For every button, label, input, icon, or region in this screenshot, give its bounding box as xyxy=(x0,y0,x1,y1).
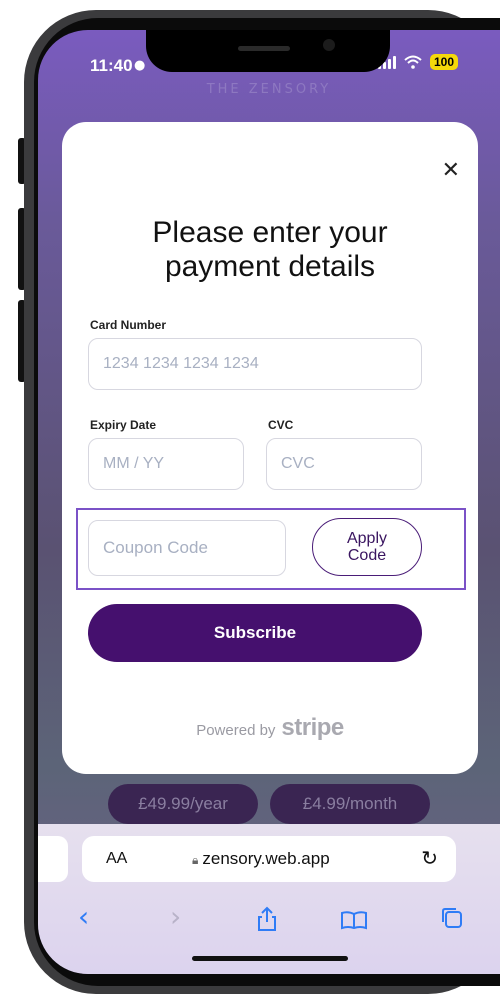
forward-icon[interactable]: › xyxy=(170,900,181,933)
card-number-label: Card Number xyxy=(90,318,167,332)
battery-indicator: 100 xyxy=(429,54,458,70)
address-bar[interactable]: AA 🔒︎ zensory.web.app ↻ xyxy=(82,836,456,882)
close-icon[interactable]: ✕ xyxy=(442,158,460,183)
home-indicator xyxy=(192,956,348,961)
tabs-icon[interactable] xyxy=(440,906,464,930)
url-value: zensory.web.app xyxy=(202,849,330,868)
previous-tab-preview[interactable] xyxy=(38,836,68,882)
cvc-label: CVC xyxy=(268,418,294,432)
stripe-logo: stripe xyxy=(281,714,344,741)
reader-settings-button[interactable]: AA xyxy=(106,850,127,868)
powered-by-stripe: Powered by stripe xyxy=(62,714,478,742)
price-monthly[interactable]: £4.99/month xyxy=(270,784,430,824)
title-line-1: Please enter your xyxy=(152,216,388,249)
apply-line-2: Code xyxy=(347,547,387,564)
lock-icon: 🔒︎ xyxy=(192,853,199,867)
coupon-code-input[interactable] xyxy=(88,520,286,576)
payment-modal: ✕ Please enter your payment details Card… xyxy=(62,122,478,774)
price-yearly[interactable]: £49.99/year xyxy=(108,784,258,824)
phone-screen: 11:40 ● 100 THE ZENSORY ✕ Please enter y… xyxy=(38,30,500,974)
safari-toolbar: AA 🔒︎ zensory.web.app ↻ ‹ › xyxy=(38,824,500,974)
camera xyxy=(323,39,335,51)
person-icon: ● xyxy=(134,58,146,73)
expiry-date-input[interactable] xyxy=(88,438,244,490)
title-line-2: payment details xyxy=(164,250,376,283)
url-text[interactable]: 🔒︎ zensory.web.app xyxy=(192,849,330,869)
speaker xyxy=(238,46,290,51)
share-icon[interactable] xyxy=(256,906,278,932)
bookmarks-icon[interactable] xyxy=(340,910,368,930)
status-indicators: 100 xyxy=(377,54,458,70)
status-time: 11:40 xyxy=(90,56,133,75)
notch xyxy=(146,30,390,72)
back-icon[interactable]: ‹ xyxy=(78,900,89,933)
powered-by-text: Powered by xyxy=(196,722,276,739)
cvc-input[interactable] xyxy=(266,438,422,490)
expiry-date-label: Expiry Date xyxy=(90,418,157,432)
apply-code-button[interactable]: Apply Code xyxy=(312,518,422,576)
subscribe-button[interactable]: Subscribe xyxy=(88,604,422,662)
apply-line-1: Apply xyxy=(346,530,388,547)
card-number-input[interactable] xyxy=(88,338,422,390)
modal-title: Please enter your payment details xyxy=(82,216,458,284)
wifi-icon xyxy=(404,55,422,69)
brand-logo: THE ZENSORY xyxy=(206,82,332,97)
reload-icon[interactable]: ↻ xyxy=(421,846,438,870)
